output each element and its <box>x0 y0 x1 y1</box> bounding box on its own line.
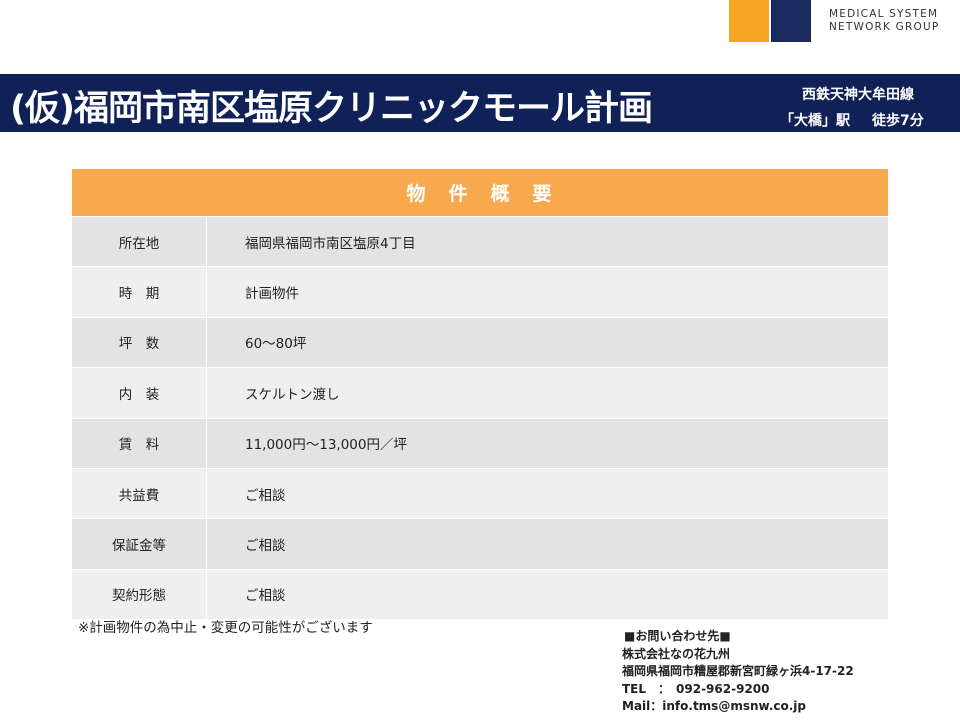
table-row: 賃 料 11,000円～13,000円／坪 <box>72 417 888 468</box>
property-summary-table: 物 件 概 要 所在地 福岡県福岡市南区塩原4丁目 時 期 計画物件 坪 数 6… <box>72 169 888 620</box>
row-label: 共益費 <box>72 468 207 519</box>
station-name: 「大橋」駅 <box>780 113 850 129</box>
walk-time: 徒歩7分 <box>872 113 924 129</box>
logo-text: MEDICAL SYSTEM NETWORK GROUP <box>829 8 939 34</box>
row-label: 賃 料 <box>72 418 207 468</box>
table-row: 坪 数 60～80坪 <box>72 316 888 368</box>
contact-mail[interactable]: Mail：info.tms@msnw.co.jp <box>622 698 854 716</box>
row-label: 所在地 <box>72 217 207 267</box>
logo-navy-block <box>771 0 811 42</box>
table-heading: 物 件 概 要 <box>72 169 888 216</box>
table-row: 保証金等 ご相談 <box>72 518 888 569</box>
table-row: 所在地 福岡県福岡市南区塩原4丁目 <box>72 216 888 267</box>
logo-line-1: MEDICAL SYSTEM <box>829 8 939 20</box>
contact-company: 株式会社なの花九州 <box>622 646 731 661</box>
station-line: 西鉄天神大牟田線 <box>802 87 914 103</box>
table-row: 共益費 ご相談 <box>72 467 888 519</box>
row-value: 福岡県福岡市南区塩原4丁目 <box>245 235 416 252</box>
row-label: 坪 数 <box>72 317 207 368</box>
contact-tel[interactable]: TEL ： 092-962-9200 <box>622 681 854 699</box>
table-row: 時 期 計画物件 <box>72 266 888 317</box>
disclaimer-note: ※計画物件の為中止・変更の可能性がございます <box>78 620 373 636</box>
contact-block: ■お問い合わせ先■ 株式会社なの花九州 福岡県福岡市糟屋郡新宮町緑ヶ浜4-17-… <box>622 628 854 716</box>
row-value: ご相談 <box>245 538 286 555</box>
logo-line-2: NETWORK GROUP <box>829 21 940 33</box>
company-logo <box>729 0 811 42</box>
table-row: 内 装 スケルトン渡し <box>72 367 888 418</box>
row-value: 60～80坪 <box>245 336 307 353</box>
row-value: ご相談 <box>245 588 286 605</box>
row-label: 契約形態 <box>72 569 207 620</box>
station-access: 「大橋」駅 徒歩7分 <box>780 108 950 134</box>
contact-address: 福岡県福岡市糟屋郡新宮町緑ヶ浜4-17-22 <box>622 664 854 678</box>
contact-heading: ■お問い合わせ先■ <box>624 629 731 643</box>
row-label: 内 装 <box>72 368 207 418</box>
row-value: 11,000円～13,000円／坪 <box>245 437 407 454</box>
row-value: 計画物件 <box>245 286 299 303</box>
row-label: 時 期 <box>72 267 207 317</box>
row-label: 保証金等 <box>72 519 207 569</box>
page-title: (仮)福岡市南区塩原クリニックモール計画 <box>10 89 653 129</box>
row-value: ご相談 <box>245 487 286 504</box>
logo-orange-block <box>729 0 769 42</box>
row-value: スケルトン渡し <box>245 386 340 403</box>
table-row: 契約形態 ご相談 <box>72 568 888 620</box>
station-info: 西鉄天神大牟田線 「大橋」駅 徒歩7分 <box>780 82 950 134</box>
table-body: 所在地 福岡県福岡市南区塩原4丁目 時 期 計画物件 坪 数 60～80坪 内 … <box>72 216 888 620</box>
